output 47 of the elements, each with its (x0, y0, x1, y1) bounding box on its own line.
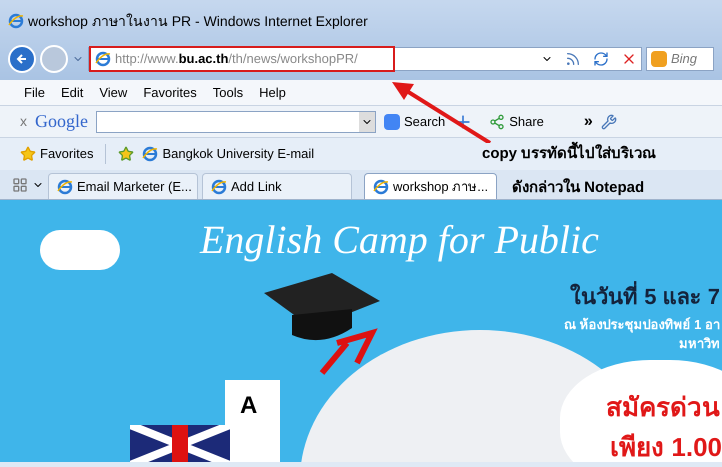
search-field[interactable]: Bing (646, 47, 714, 71)
venue-text: ณ ห้องประชุมปองทิพย์ 1 อา (564, 316, 720, 334)
google-g-icon (384, 114, 400, 130)
ie-logo-icon (95, 51, 111, 67)
venue-text: มหาวิท (679, 335, 720, 353)
browser-tab[interactable]: workshop ภาษ... (364, 173, 498, 199)
letter-a: A (240, 391, 258, 421)
bing-logo-icon (651, 51, 667, 67)
refresh-icon[interactable] (593, 51, 609, 67)
browser-tab[interactable]: Email Marketer (E... (48, 173, 198, 199)
close-toolbar-button[interactable]: x (20, 111, 27, 132)
ie-logo-icon (142, 146, 158, 162)
more-button[interactable]: » (584, 110, 593, 134)
wrench-icon[interactable] (600, 114, 617, 130)
price-text: เพียง 1.00 (610, 431, 722, 462)
ie-logo-icon (8, 13, 24, 29)
menu-item[interactable]: Tools (212, 82, 244, 102)
ie-logo-icon (373, 178, 389, 194)
url-text: http://www.bu.ac.th/th/news/workshopPR/ (115, 50, 358, 68)
browser-tab[interactable]: Add Link (202, 173, 352, 199)
back-button[interactable] (8, 45, 36, 73)
ie-logo-icon (57, 178, 73, 194)
menu-item[interactable]: Favorites (143, 82, 197, 102)
banner-title: English Camp for Public (200, 216, 599, 264)
add-favorite-icon[interactable] (118, 146, 134, 162)
menu-item[interactable]: View (99, 82, 128, 102)
google-logo: Google (35, 110, 88, 133)
star-icon (20, 146, 36, 162)
left-arrow-icon (16, 53, 28, 65)
google-search-button[interactable]: Search (384, 112, 446, 132)
window-title: workshop ภาษาในงาน PR - Windows Internet Explorer (28, 12, 368, 31)
ie-logo-icon (211, 178, 227, 194)
menu-item[interactable]: Help (259, 82, 286, 102)
menu-item[interactable]: File (24, 82, 45, 102)
menu-item[interactable]: Edit (60, 82, 84, 102)
search-placeholder: Bing (671, 50, 698, 68)
google-search-field[interactable] (96, 110, 376, 132)
feed-icon[interactable] (565, 51, 581, 67)
favorites-button[interactable]: Favorites (20, 144, 94, 164)
favorite-link[interactable]: Bangkok University E-mail (142, 144, 314, 164)
annotation-text: ดังกล่าวใน Notepad (512, 177, 644, 198)
apply-now-text: สมัครด่วน (606, 391, 720, 424)
share-button[interactable]: Share (489, 112, 544, 132)
share-icon (489, 114, 506, 130)
event-date: ในวันที่ 5 และ 7 (570, 280, 720, 313)
quick-tabs-icon[interactable] (12, 177, 28, 193)
address-field[interactable]: http://www.bu.ac.th/th/news/workshopPR/ (88, 47, 642, 71)
